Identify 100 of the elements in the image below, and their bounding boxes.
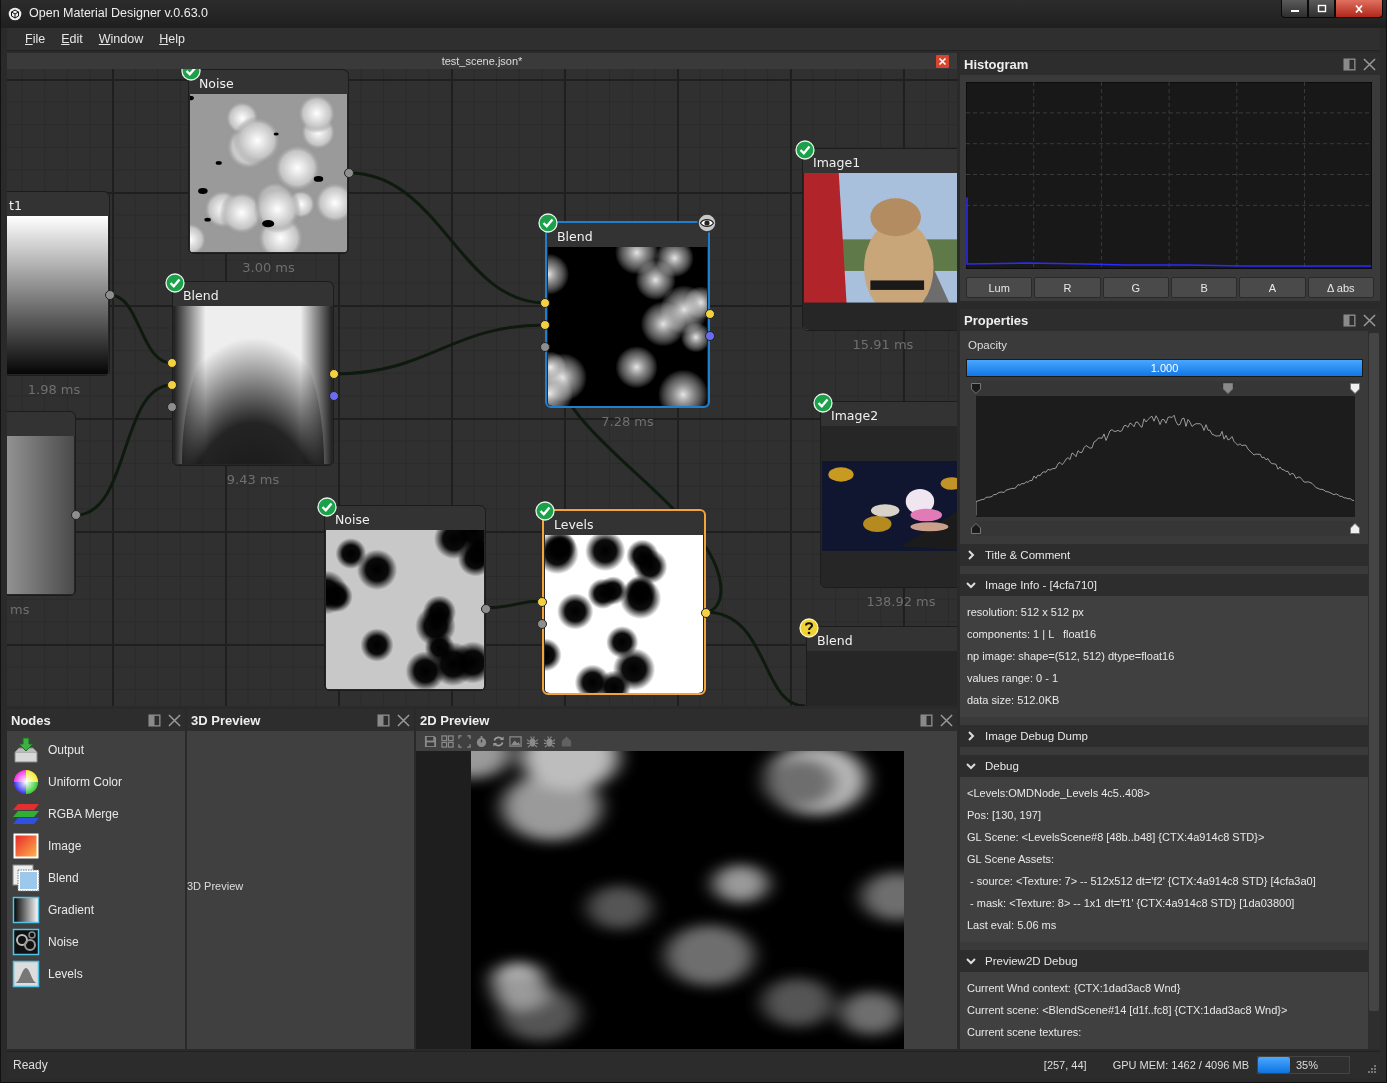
timer-icon[interactable] (475, 734, 488, 748)
node-canvas[interactable]: Noise 3.00 ms t1 1.98 ms ms Blend 9.43 ms Blend 7.28 ms Image1 15.91 ms Image2 138.92 ms Noise Levels Blend (7, 69, 957, 706)
maximize-button[interactable] (1308, 0, 1335, 18)
close-icon[interactable] (168, 713, 181, 727)
eye-icon[interactable] (697, 213, 717, 233)
panel-title: 3D Preview (191, 712, 261, 728)
slider-value: 1.000 (1150, 361, 1179, 374)
output-port[interactable] (329, 369, 339, 379)
node-card[interactable]: Levels (542, 509, 706, 695)
node-list-item[interactable]: Gradient (7, 894, 185, 926)
output-port[interactable] (701, 608, 711, 618)
close-icon[interactable] (1363, 313, 1376, 327)
close-icon[interactable] (936, 54, 949, 68)
input-port[interactable] (537, 619, 547, 629)
channel-button[interactable]: A (1239, 277, 1306, 298)
node-title: Image1 (813, 155, 861, 170)
close-icon[interactable] (940, 713, 953, 727)
input-port[interactable] (537, 597, 547, 607)
output-port[interactable] (481, 604, 491, 614)
info-line: <Levels:OMDNode_Levels 4c5..408> (967, 786, 1151, 801)
dock-icon[interactable] (1343, 313, 1356, 327)
preview-placeholder-text: 3D Preview (187, 880, 244, 892)
save-icon[interactable] (424, 734, 437, 748)
menu-item[interactable]: File (17, 32, 54, 46)
info-line: np image: shape=(512, 512) dtype=float16 (967, 649, 1176, 664)
color-wheel-icon (12, 768, 40, 796)
gpu-memory-label: GPU MEM: 1462 / 4096 MB (1112, 1059, 1249, 1071)
channel-button[interactable]: Lum (966, 277, 1033, 298)
node-list-item[interactable]: RGBA Merge (7, 798, 185, 830)
channel-button[interactable]: R (1034, 277, 1101, 298)
input-port[interactable] (167, 358, 177, 368)
bug-icon[interactable] (543, 734, 556, 748)
node-list-item[interactable]: Image (7, 830, 185, 862)
node-card[interactable]: Noise (188, 69, 349, 254)
input-port[interactable] (540, 320, 550, 330)
output-port[interactable] (705, 309, 715, 319)
eval-time-label: 1.98 ms (26, 382, 82, 397)
level-handle[interactable] (971, 523, 981, 535)
node-title: Image2 (831, 408, 879, 423)
section-header[interactable]: Image Debug Dump (960, 725, 1368, 747)
node-list-item[interactable]: Noise (7, 926, 185, 958)
grid-icon[interactable] (441, 734, 454, 748)
level-handle[interactable] (1350, 382, 1360, 394)
node-card[interactable]: t1 (7, 191, 110, 376)
dock-icon[interactable] (920, 713, 933, 727)
node-card[interactable]: Blend (806, 626, 957, 706)
close-button[interactable] (1335, 0, 1383, 18)
resize-grip-icon[interactable] (1366, 1065, 1376, 1075)
panel-title: Histogram (964, 56, 1029, 72)
input-port[interactable] (167, 402, 177, 412)
node-title: Blend (557, 229, 593, 244)
dock-icon[interactable] (148, 713, 161, 727)
eval-time-label: 15.91 ms (851, 337, 915, 352)
node-list-item[interactable]: Levels (7, 958, 185, 990)
info-line: Pos: [130, 197] (967, 808, 1042, 823)
section-header[interactable]: Title & Comment (960, 544, 1368, 566)
input-port[interactable] (540, 342, 550, 352)
node-title: Blend (183, 288, 219, 303)
input-port[interactable] (540, 298, 550, 308)
image-icon[interactable] (509, 734, 522, 748)
level-handle[interactable] (1223, 382, 1234, 394)
node-card[interactable]: Image1 (802, 148, 957, 331)
node-card[interactable]: Noise (324, 505, 486, 691)
eval-time-label: ms (10, 602, 30, 617)
dock-icon[interactable] (377, 713, 390, 727)
node-list-item[interactable]: Uniform Color (7, 766, 185, 798)
channel-button[interactable]: B (1171, 277, 1238, 298)
channel-button[interactable]: G (1102, 277, 1169, 298)
menu-item[interactable]: Edit (53, 32, 91, 46)
node-card[interactable]: Image2 (820, 401, 957, 588)
scrollbar[interactable] (1368, 331, 1380, 1049)
channel-button[interactable]: Δ abs (1307, 277, 1374, 298)
menu-item[interactable]: Help (151, 32, 193, 46)
document-tab[interactable]: test_scene.json* (441, 55, 523, 67)
node-card[interactable]: Blend (545, 221, 710, 408)
menu-item[interactable]: Window (90, 32, 152, 46)
dock-icon[interactable] (1343, 57, 1356, 71)
node-card[interactable]: Blend (172, 281, 334, 466)
refresh-icon[interactable] (492, 734, 505, 748)
minimize-button[interactable] (1281, 0, 1308, 18)
info-line: values range: 0 - 1 (967, 671, 1060, 686)
gradient-icon (12, 896, 40, 924)
bug-icon[interactable] (526, 734, 539, 748)
status-message: Ready (13, 1058, 48, 1072)
info-line: - source: <Texture: 7> -- 512x512 dt='f2' {CTX:4a914c8 STD} [4cfa3a0] (969, 874, 1317, 889)
node-list-item[interactable]: Output (7, 734, 185, 766)
input-port[interactable] (167, 380, 177, 390)
node-list-item[interactable]: Blend (7, 862, 185, 894)
section-header[interactable]: Image Info - [4cfa710] (960, 574, 1368, 596)
close-icon[interactable] (1363, 57, 1376, 71)
close-icon[interactable] (397, 713, 410, 727)
level-handle[interactable] (1350, 523, 1360, 535)
opacity-slider[interactable]: 1.000 (966, 359, 1363, 377)
blend-icon (12, 864, 40, 892)
level-handle[interactable] (971, 382, 981, 394)
section-header[interactable]: Preview2D Debug (960, 950, 1368, 972)
section-header[interactable]: Debug (960, 755, 1368, 777)
close-icon (1353, 3, 1365, 14)
info-line: Current scene: <BlendScene#14 [d1f..fc8] {CTX:1dad3ac8 Wnd}> (967, 1003, 1289, 1018)
eval-time-label: 7.28 ms (600, 414, 655, 429)
